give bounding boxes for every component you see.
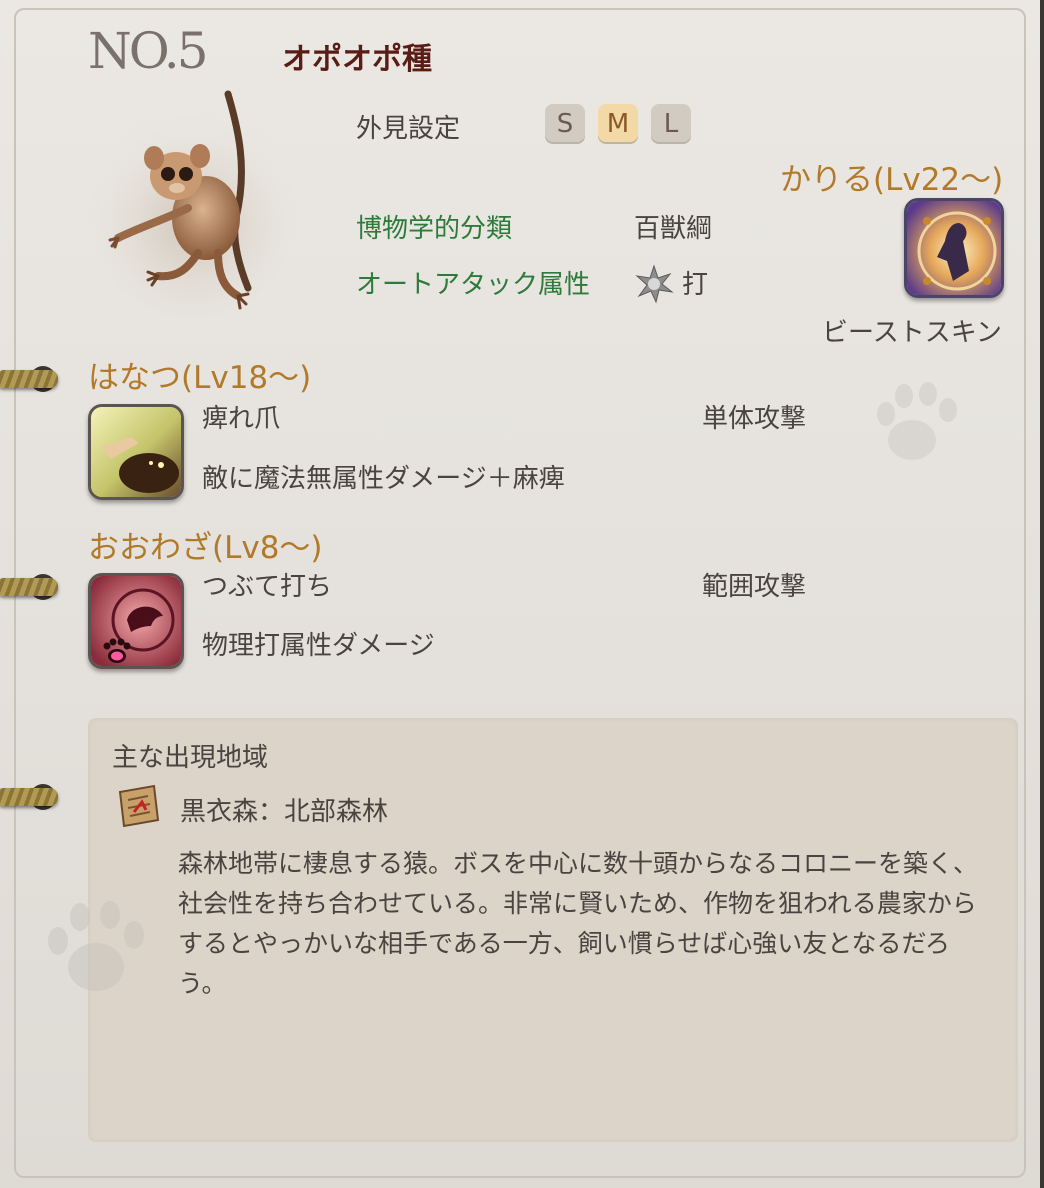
habitat-description: 森林地帯に棲息する猿。ボスを中心に数十頭からなるコロニーを築く、社会性を持ち合わ… — [178, 849, 979, 998]
classification-label: 博物学的分類 — [356, 214, 513, 244]
special-title: はなつ(Lv18～) — [88, 360, 312, 396]
classification-value: 百獣綱 — [634, 214, 713, 244]
size-l-button[interactable]: L — [651, 104, 691, 144]
appearance-label: 外見設定 — [356, 114, 461, 144]
habitat-title: 主な出現地域 — [112, 743, 269, 773]
auto-attack-label: オートアタック属性 — [356, 270, 591, 300]
habitat-location[interactable]: 黒衣森：北部森林 — [180, 791, 388, 828]
auto-attack-value: 打 — [682, 270, 709, 300]
stone-throw-icon[interactable] — [88, 573, 184, 669]
entry-number: NO.5 — [88, 22, 209, 80]
minion-portrait — [88, 88, 298, 318]
borrow-title: かりる(Lv22～) — [780, 162, 1004, 198]
special-skill-description: 敵に魔法無属性ダメージ＋麻痺 — [202, 464, 565, 494]
size-m-button[interactable]: M — [598, 104, 638, 144]
journal-page: NO.5 オポオポ種 外見設定 S M L 博物学的分類 百獣綱 オートアタック… — [0, 0, 1044, 1188]
big-move-skill-target: 範囲攻撃 — [702, 572, 807, 602]
map-scroll-icon[interactable] — [112, 782, 164, 832]
paw-print-decoration-icon — [40, 895, 160, 1009]
paralyzing-claw-icon[interactable] — [88, 404, 184, 500]
big-move-title: おおわざ(Lv8～) — [88, 530, 323, 566]
blunt-attack-icon — [634, 264, 674, 304]
special-skill-target: 単体攻撃 — [702, 404, 807, 434]
beast-skin-label: ビーストスキン — [822, 318, 1002, 348]
beast-skin-icon[interactable] — [904, 198, 1004, 298]
species-name: オポオポ種 — [282, 42, 432, 77]
paw-print-decoration-icon — [872, 378, 972, 472]
big-move-skill-description: 物理打属性ダメージ — [202, 631, 435, 661]
big-move-skill-name: つぶて打ち — [202, 572, 333, 602]
special-skill-name: 痺れ爪 — [202, 404, 281, 434]
size-s-button[interactable]: S — [545, 104, 585, 144]
